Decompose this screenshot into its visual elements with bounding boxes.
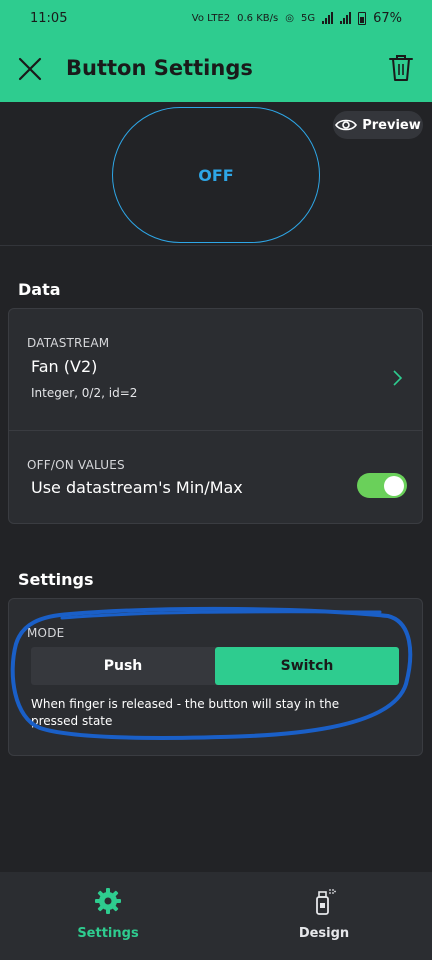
bottom-navigation: Settings Design [0,872,432,960]
min-max-toggle[interactable] [357,473,407,498]
datastream-details: Integer, 0/2, id=2 [31,386,138,400]
close-button[interactable] [16,55,44,83]
gear-icon [95,888,121,914]
data-card: DATASTREAM Fan (V2) Integer, 0/2, id=2 O… [8,308,423,524]
widget-preview-area: OFF Preview [0,102,432,246]
nav-design-label: Design [298,926,350,941]
nav-settings-label: Settings [77,926,139,941]
status-icons: Vo LTE2 0.6 KB/s ◎ 5G 67% [192,11,402,26]
widget-button-label: OFF [198,165,234,185]
widget-button-preview[interactable]: OFF [112,107,320,243]
battery-text: 67% [373,10,402,26]
preview-label: Preview [362,117,421,133]
data-section-title: Data [18,280,61,299]
mode-label: MODE [27,626,65,640]
mode-switch-option[interactable]: Switch [215,647,399,685]
net-type-text: Vo LTE2 [191,12,231,24]
off-on-values-label: OFF/ON VALUES [27,458,125,472]
off-on-values-value: Use datastream's Min/Max [31,478,243,497]
divider [9,430,422,431]
mode-description: When finger is released - the button wil… [31,697,340,728]
eye-icon [335,119,358,131]
mode-selector: Push Switch [31,647,399,685]
nav-settings[interactable]: Settings [0,872,216,960]
toggle-knob [384,475,404,496]
battery-icon [358,11,367,25]
mode-push-option[interactable]: Push [31,647,215,685]
delete-button[interactable] [386,53,416,83]
network-text: 5G [300,12,316,24]
datastream-row[interactable]: DATASTREAM Fan (V2) Integer, 0/2, id=2 [9,309,422,430]
settings-section-title: Settings [18,570,94,589]
wifi-icon: ◎ [285,12,294,24]
status-time: 11:05 [30,10,68,26]
app-header: Button Settings [0,36,432,102]
chevron-right-icon [393,370,403,386]
close-icon [18,57,42,81]
datastream-value: Fan (V2) [31,357,98,376]
status-bar: 11:05 Vo LTE2 0.6 KB/s ◎ 5G 67% [0,0,432,36]
settings-card: MODE Push Switch When finger is released… [8,598,423,756]
trash-icon [389,55,413,81]
nav-design[interactable]: Design [216,872,432,960]
spray-can-icon [316,889,336,915]
signal-icon-2 [340,12,352,24]
signal-icon [322,12,334,24]
speed-text: 0.6 KB/s [237,12,279,24]
page-title: Button Settings [66,56,253,80]
datastream-label: DATASTREAM [27,336,110,350]
preview-button[interactable]: Preview [333,111,423,139]
